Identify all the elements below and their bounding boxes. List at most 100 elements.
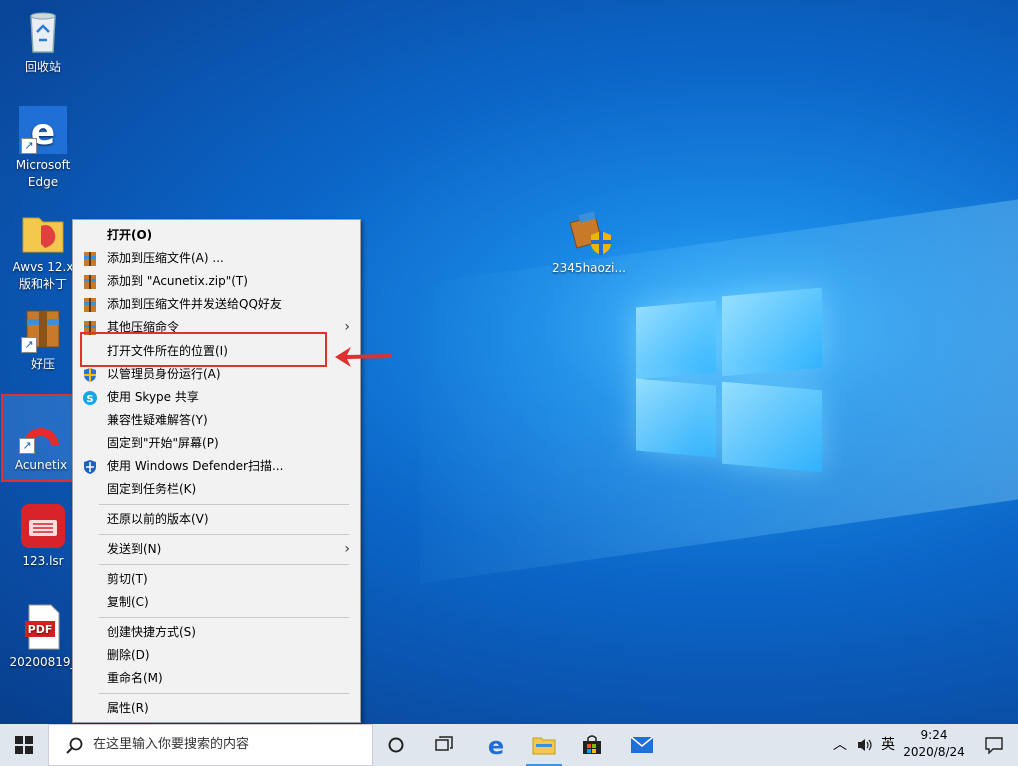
desktop-icon-acunetix[interactable]: ↗ Acunetix [1,394,81,482]
menu-item-label: 复制(C) [107,595,149,609]
file-explorer-icon [532,737,556,755]
icon-label: 2345haozi... [552,261,626,275]
folder-icon [19,208,67,256]
menu-item-add-zip[interactable]: 添加到 "Acunetix.zip"(T) [73,270,360,293]
task-view-button[interactable] [422,724,466,766]
menu-item-label: 创建快捷方式(S) [107,625,196,639]
taskbar-search-box[interactable]: 在这里输入你要搜索的内容 [48,724,373,766]
icon-label: 123.lsr [22,554,64,568]
icon-label: Awvs 12.x 版和补丁 [12,260,74,291]
menu-item-label: 发送到(N) [107,542,162,556]
chevron-up-icon: ︿ [833,737,847,753]
desktop-icon-edge[interactable]: e ↗ Microsoft Edge [5,106,81,191]
menu-separator [99,534,349,535]
edge-icon: e [488,733,504,757]
start-button[interactable] [0,724,48,766]
menu-item-label: 使用 Windows Defender扫描... [107,459,284,473]
windows-wallpaper-logo [636,287,826,473]
desktop-icon-installer[interactable]: 2345haozi... [551,209,627,277]
uac-shield-icon [82,367,98,383]
action-center-button[interactable] [974,724,1014,766]
search-placeholder: 在这里输入你要搜索的内容 [93,737,250,752]
haozip-icon: ↗ [19,305,67,353]
taskbar-explorer-button[interactable] [522,724,566,766]
svg-text:e: e [488,733,504,757]
menu-item-label: 打开(O) [107,228,153,242]
menu-item-label: 兼容性疑难解答(Y) [107,413,208,427]
taskbar-mail-button[interactable] [618,724,666,766]
menu-item-send-to[interactable]: 发送到(N) › [73,538,360,561]
icon-label: 回收站 [24,60,61,74]
menu-item-pin-taskbar[interactable]: 固定到任务栏(K) [73,478,360,501]
menu-item-rename[interactable]: 重命名(M) [73,667,360,690]
menu-item-label: 固定到"开始"屏幕(P) [107,436,219,450]
cortana-button[interactable] [374,724,418,766]
clock-time: 9:24 [920,728,948,742]
menu-item-defender-scan[interactable]: 使用 Windows Defender扫描... [73,455,360,478]
menu-item-label: 还原以前的版本(V) [107,512,209,526]
icon-label: 20200819_ [9,655,77,669]
notification-icon [985,737,1003,754]
chevron-right-icon: › [344,319,350,335]
menu-item-delete[interactable]: 删除(D) [73,644,360,667]
icon-label: 好压 [30,357,55,371]
menu-item-skype-share[interactable]: S 使用 Skype 共享 [73,386,360,409]
volume-button[interactable] [854,724,876,766]
chevron-right-icon: › [344,541,350,557]
menu-separator [99,617,349,618]
desktop-icon-haozip[interactable]: ↗ 好压 [5,305,81,373]
shortcut-arrow-icon: ↗ [21,138,37,154]
desktop-icon-pdf[interactable]: PDF 20200819_ [5,603,81,671]
icon-label: Acunetix [14,458,68,472]
clock-date: 2020/8/24 [903,745,965,759]
desktop-icon-awvs-folder[interactable]: Awvs 12.x 版和补丁 [5,208,81,293]
installer-icon [565,209,613,257]
menu-item-add-send-qq[interactable]: 添加到压缩文件并发送给QQ好友 [73,293,360,316]
annotation-highlight-box [80,332,327,367]
annotation-arrow-icon [335,347,391,367]
menu-item-cut[interactable]: 剪切(T) [73,568,360,591]
skype-icon: S [82,390,98,406]
menu-item-create-shortcut[interactable]: 创建快捷方式(S) [73,621,360,644]
speaker-icon [858,739,872,751]
menu-separator [99,504,349,505]
mail-icon [630,736,654,753]
windows-start-icon [15,736,33,754]
svg-text:PDF: PDF [28,623,53,636]
taskbar-clock[interactable]: 9:24 2020/8/24 [898,727,970,761]
menu-item-add-archive[interactable]: 添加到压缩文件(A) ... [73,247,360,270]
menu-item-label: 使用 Skype 共享 [107,390,199,404]
edge-icon: e ↗ [19,106,67,154]
menu-item-open[interactable]: 打开(O) [73,224,360,247]
svg-text:S: S [86,394,93,405]
context-menu: 打开(O) 添加到压缩文件(A) ... 添加到 "Acunetix.zip"(… [72,219,361,723]
archive-icon [82,297,98,313]
pdf-icon: PDF [19,603,67,651]
show-hidden-icons-button[interactable]: ︿ [830,724,850,766]
lsr-file-icon [19,502,67,550]
menu-separator [99,564,349,565]
menu-item-pin-start[interactable]: 固定到"开始"屏幕(P) [73,432,360,455]
task-view-icon [435,736,453,751]
store-bag-icon [583,735,601,754]
menu-item-label: 添加到 "Acunetix.zip"(T) [107,274,248,288]
menu-item-properties[interactable]: 属性(R) [73,697,360,720]
menu-item-copy[interactable]: 复制(C) [73,591,360,614]
archive-icon [82,251,98,267]
menu-item-label: 以管理员身份运行(A) [107,367,221,381]
defender-icon [82,459,98,475]
archive-icon [82,274,98,290]
menu-item-label: 添加到压缩文件并发送给QQ好友 [107,297,282,311]
menu-item-label: 剪切(T) [107,572,148,586]
menu-item-restore-versions[interactable]: 还原以前的版本(V) [73,508,360,531]
shortcut-arrow-icon: ↗ [19,438,35,454]
menu-item-label: 重命名(M) [107,671,163,685]
taskbar-store-button[interactable] [570,724,614,766]
desktop-icon-lsr-file[interactable]: 123.lsr [5,502,81,570]
menu-item-compat-troubleshoot[interactable]: 兼容性疑难解答(Y) [73,409,360,432]
taskbar-edge-button[interactable]: e [474,724,518,766]
desktop-icon-recycle-bin[interactable]: 回收站 [5,8,81,76]
shortcut-arrow-icon: ↗ [21,337,37,353]
recycle-bin-icon [19,8,67,56]
ime-indicator[interactable]: 英 [878,724,898,766]
